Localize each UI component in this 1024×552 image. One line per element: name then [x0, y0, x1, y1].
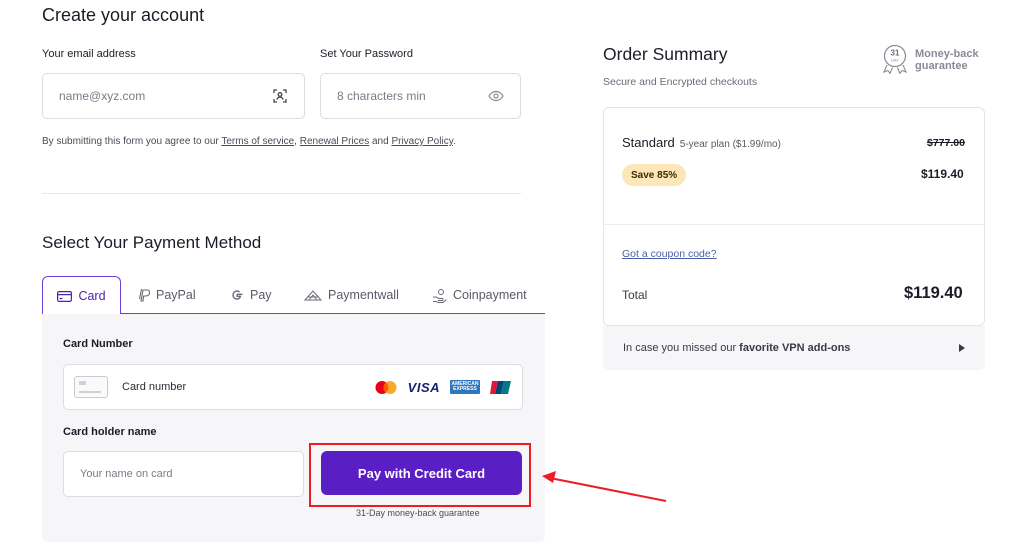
money-back-line1: Money-back	[915, 48, 979, 60]
coupon-code-link[interactable]: Got a coupon code?	[622, 248, 717, 260]
password-label: Set Your Password	[320, 48, 413, 60]
create-account-title: Create your account	[42, 5, 205, 25]
money-back-text: Money-back guarantee	[915, 48, 979, 72]
tab-paymentwall[interactable]: Paymentwall	[304, 276, 399, 314]
save-badge: Save 85%	[622, 164, 687, 186]
money-back-note: 31-Day money-back guarantee	[356, 508, 480, 518]
email-placeholder: name@xyz.com	[59, 89, 146, 103]
unionpay-icon	[490, 380, 511, 394]
payment-method-title: Select Your Payment Method	[42, 233, 262, 252]
card-number-field[interactable]: Card number VISA AMERICAN EXPRESS	[63, 364, 523, 410]
money-back-line2: guarantee	[915, 60, 968, 72]
summary-divider	[604, 224, 984, 225]
caret-right-icon	[959, 344, 965, 352]
tab-gpay[interactable]: Pay	[230, 276, 272, 314]
tab-card[interactable]: Card	[42, 276, 121, 315]
google-g-icon	[232, 290, 243, 300]
order-summary-title: Order Summary	[603, 44, 728, 64]
section-divider	[42, 193, 521, 194]
highlight-box	[309, 443, 531, 507]
original-price: $777.00	[927, 137, 965, 149]
card-holder-field[interactable]: Your name on card	[63, 451, 304, 497]
renewal-prices-link[interactable]: Renewal Prices	[300, 136, 369, 147]
vpn-addons-toggle[interactable]: In case you missed our favorite VPN add-…	[603, 326, 985, 370]
plan-price: $119.40	[921, 167, 964, 181]
terms-sep-and: and	[369, 136, 392, 147]
addons-prefix: In case you missed our	[623, 342, 740, 354]
terms-suffix: .	[452, 136, 456, 147]
card-holder-label: Card holder name	[63, 426, 157, 438]
total-value: $119.40	[904, 284, 963, 302]
total-label: Total	[622, 288, 648, 302]
money-back-badge-icon: 31 DAY	[882, 44, 908, 74]
eye-icon[interactable]	[488, 88, 504, 104]
secure-checkout-text: Secure and Encrypted checkouts	[603, 76, 758, 88]
email-label: Your email address	[42, 48, 136, 60]
terms-text: By submitting this form you agree to our…	[42, 136, 456, 147]
plan-row: Standard 5-year plan ($1.99/mo)	[622, 135, 781, 150]
red-arrow-annotation	[542, 471, 667, 502]
credit-card-icon	[57, 290, 73, 302]
password-field[interactable]: 8 characters min	[320, 73, 521, 119]
privacy-policy-link[interactable]: Privacy Policy	[391, 136, 453, 147]
card-outline-icon	[74, 376, 108, 398]
tab-card-label: Card	[78, 289, 106, 303]
tab-coinpayment-label: Coinpayment	[453, 288, 527, 302]
payment-tabs: Card PayPal Pay Paymentwall Coinpayment	[42, 276, 545, 315]
badge-unit: DAY	[891, 58, 899, 63]
tab-coinpayment[interactable]: Coinpayment	[432, 276, 527, 314]
coin-hand-icon	[433, 288, 447, 303]
visa-logo: VISA	[407, 379, 440, 395]
card-number-label: Card Number	[63, 338, 133, 350]
card-number-placeholder: Card number	[122, 381, 187, 393]
card-holder-placeholder: Your name on card	[80, 468, 173, 480]
tab-paypal-label: PayPal	[156, 288, 196, 302]
amex-bottom: EXPRESS	[453, 386, 477, 392]
plan-name: Standard	[622, 135, 675, 150]
paymentwall-icon	[304, 290, 322, 301]
tab-paypal[interactable]: PayPal	[138, 276, 196, 314]
tab-paymentwall-label: Paymentwall	[328, 288, 399, 302]
terms-prefix: By submitting this form you agree to our	[42, 136, 222, 147]
tab-gpay-label: Pay	[250, 288, 272, 302]
addons-bold: favorite VPN add-ons	[739, 342, 851, 354]
plan-detail: 5-year plan ($1.99/mo)	[679, 139, 781, 150]
badge-days: 31	[891, 49, 900, 58]
terms-of-service-link[interactable]: Terms of service	[221, 136, 294, 147]
password-placeholder: 8 characters min	[337, 89, 426, 103]
addons-text: In case you missed our favorite VPN add-…	[623, 342, 850, 354]
contact-scan-icon[interactable]	[272, 88, 288, 104]
amex-logo: AMERICAN EXPRESS	[450, 380, 480, 394]
paypal-icon	[138, 288, 150, 302]
email-field[interactable]: name@xyz.com	[42, 73, 305, 119]
mastercard-icon	[375, 380, 397, 394]
card-brands: VISA AMERICAN EXPRESS	[374, 380, 512, 395]
